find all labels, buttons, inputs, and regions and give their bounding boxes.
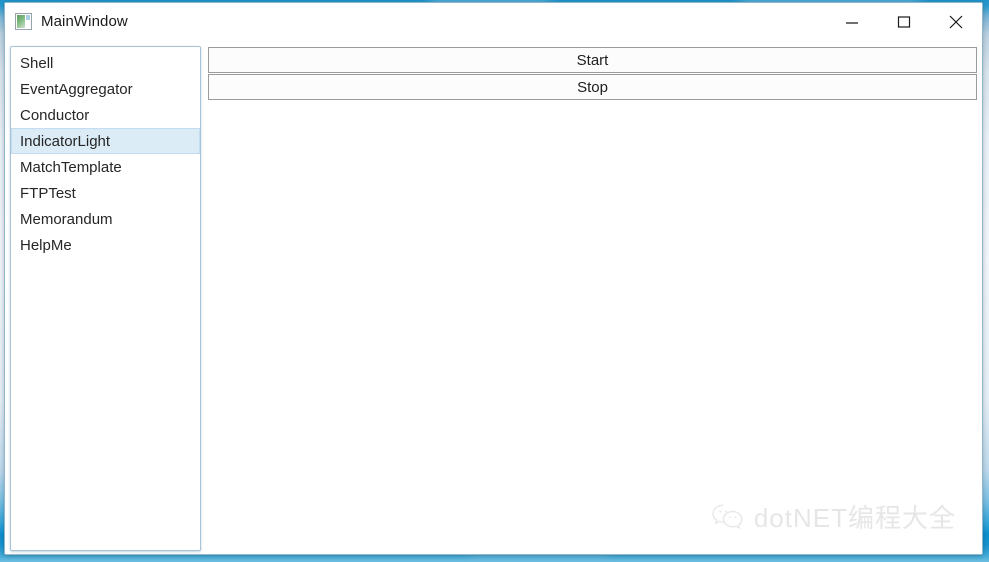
client-area: Shell EventAggregator Conductor Indicato… [5,41,982,554]
sidebar-item-ftptest[interactable]: FTPTest [11,180,200,206]
stop-button-label: Stop [577,78,608,96]
title-bar[interactable]: MainWindow [5,3,982,41]
stop-button[interactable]: Stop [208,74,977,100]
window-title: MainWindow [41,13,128,30]
sidebar-item-label: IndicatorLight [20,133,111,150]
sidebar-item-conductor[interactable]: Conductor [11,102,200,128]
main-window: MainWindow Shell EventAggregator Conduct… [4,2,983,555]
watermark-text: dotNET编程大全 [753,503,956,533]
content-panel: Start Stop dotNET编程大全 [205,41,982,554]
app-icon-blue-shape [26,15,30,20]
sidebar-item-shell[interactable]: Shell [11,50,200,76]
close-button[interactable] [930,3,982,40]
maximize-button[interactable] [878,3,930,40]
sidebar-item-label: MatchTemplate [20,159,122,176]
start-button-label: Start [576,51,609,69]
sidebar-item-label: HelpMe [20,237,72,254]
minimize-button[interactable] [826,3,878,40]
close-icon [948,14,964,30]
app-window-icon [15,13,32,30]
app-icon-green-shape [17,15,25,28]
maximize-icon [897,15,911,29]
wechat-icon [711,503,745,531]
sidebar-item-label: EventAggregator [20,81,133,98]
navigation-listbox[interactable]: Shell EventAggregator Conductor Indicato… [10,46,201,551]
sidebar-item-helpme[interactable]: HelpMe [11,232,200,258]
minimize-icon [845,15,859,29]
watermark: dotNET编程大全 [711,498,956,535]
sidebar-item-label: Shell [20,55,54,72]
sidebar-item-label: FTPTest [20,185,76,202]
start-button[interactable]: Start [208,47,977,73]
sidebar-item-label: Memorandum [20,211,113,228]
window-controls [826,3,982,40]
sidebar-item-label: Conductor [20,107,90,124]
sidebar-item-eventaggregator[interactable]: EventAggregator [11,76,200,102]
sidebar-item-matchtemplate[interactable]: MatchTemplate [11,154,200,180]
sidebar-item-indicatorlight[interactable]: IndicatorLight [11,128,200,154]
sidebar-item-memorandum[interactable]: Memorandum [11,206,200,232]
